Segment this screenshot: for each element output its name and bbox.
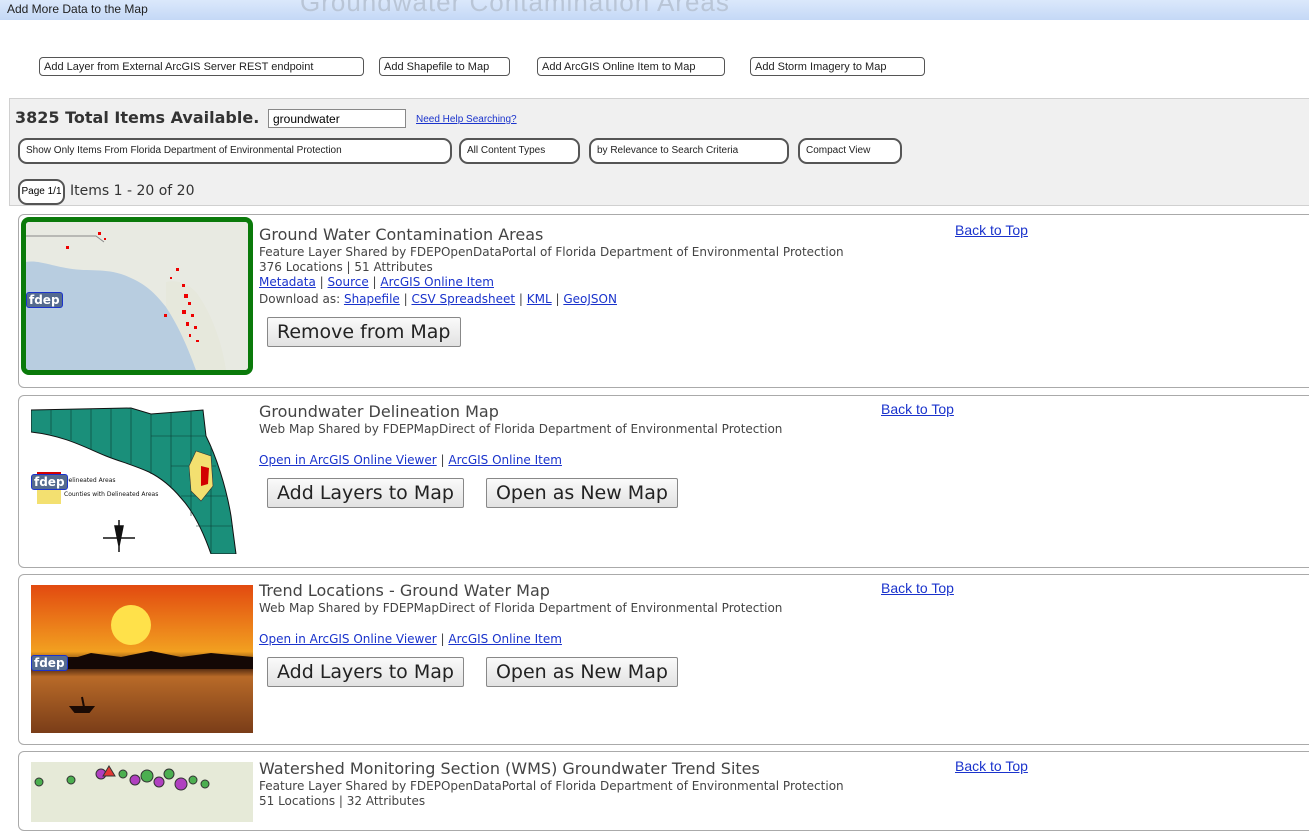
item-links: Open in ArcGIS Online Viewer | ArcGIS On… — [259, 453, 562, 467]
add-storm-imagery-button[interactable]: Add Storm Imagery to Map — [750, 57, 925, 76]
item-thumbnail[interactable]: Delineated Areas Counties with Delineate… — [31, 406, 253, 554]
legend-delineated-areas: Delineated Areas — [64, 477, 116, 484]
sort-order-button[interactable]: by Relevance to Search Criteria — [589, 138, 789, 164]
item-info: Groundwater Delineation Map Web Map Shar… — [259, 402, 782, 508]
result-item: fdep Trend Locations - Ground Water Map … — [18, 574, 1309, 745]
download-kml-link[interactable]: KML — [527, 292, 552, 306]
item-shared-by: Web Map Shared by FDEPMapDirect of Flori… — [259, 601, 783, 615]
content-type-filter-button[interactable]: All Content Types — [459, 138, 580, 164]
download-shapefile-link[interactable]: Shapefile — [344, 292, 400, 306]
background-page-title: Groundwater Contamination Areas — [300, 0, 730, 17]
add-layers-to-map-button[interactable]: Add Layers to Map — [267, 478, 464, 508]
item-shared-by: Feature Layer Shared by FDEPOpenDataPort… — [259, 779, 844, 793]
item-thumbnail[interactable]: fdep — [31, 585, 253, 733]
compact-view-button[interactable]: Compact View — [798, 138, 902, 164]
page-selector[interactable]: Page 1/1 — [18, 179, 65, 205]
total-items-count: 3825 Total Items Available. — [15, 108, 260, 127]
open-in-viewer-link[interactable]: Open in ArcGIS Online Viewer — [259, 632, 437, 646]
window-titlebar: Groundwater Contamination Areas Add More… — [0, 0, 1309, 20]
result-item: Watershed Monitoring Section (WMS) Groun… — [18, 751, 1309, 831]
item-info: Watershed Monitoring Section (WMS) Groun… — [259, 759, 844, 809]
open-as-new-map-button[interactable]: Open as New Map — [485, 478, 678, 508]
item-thumbnail[interactable]: fdep — [21, 217, 253, 375]
add-shapefile-button[interactable]: Add Shapefile to Map — [379, 57, 510, 76]
search-input[interactable] — [268, 109, 406, 128]
open-as-new-map-button[interactable]: Open as New Map — [485, 657, 678, 687]
download-geojson-link[interactable]: GeoJSON — [563, 292, 617, 306]
item-shared-by: Feature Layer Shared by FDEPOpenDataPort… — [259, 245, 844, 259]
search-panel: 3825 Total Items Available. Need Help Se… — [9, 98, 1309, 206]
fdep-badge: fdep — [26, 292, 63, 308]
arcgis-online-item-link[interactable]: ArcGIS Online Item — [448, 632, 562, 646]
arcgis-online-item-link[interactable]: ArcGIS Online Item — [448, 453, 562, 467]
item-shared-by: Web Map Shared by FDEPMapDirect of Flori… — [259, 422, 783, 436]
item-links: Open in ArcGIS Online Viewer | ArcGIS On… — [259, 632, 562, 646]
item-info: Ground Water Contamination Areas Feature… — [259, 225, 844, 347]
window-title: Add More Data to the Map — [7, 2, 148, 16]
item-thumbnail[interactable] — [31, 762, 253, 822]
trend-sites-map-thumbnail — [31, 762, 253, 822]
back-to-top-link[interactable]: Back to Top — [881, 580, 954, 596]
item-title: Watershed Monitoring Section (WMS) Groun… — [259, 759, 760, 778]
add-rest-endpoint-button[interactable]: Add Layer from External ArcGIS Server RE… — [39, 57, 364, 76]
item-stats: 376 Locations | 51 Attributes — [259, 260, 433, 274]
item-links: Metadata | Source | ArcGIS Online Item — [259, 275, 494, 289]
download-label: Download as: — [259, 292, 341, 306]
remove-from-map-button[interactable]: Remove from Map — [267, 317, 461, 347]
add-layers-to-map-button[interactable]: Add Layers to Map — [267, 657, 464, 687]
back-to-top-link[interactable]: Back to Top — [881, 401, 954, 417]
item-title: Ground Water Contamination Areas — [259, 225, 544, 244]
item-title: Trend Locations - Ground Water Map — [259, 581, 550, 600]
item-stats: 51 Locations | 32 Attributes — [259, 794, 426, 808]
metadata-link[interactable]: Metadata — [259, 275, 316, 289]
owner-filter-button[interactable]: Show Only Items From Florida Department … — [18, 138, 452, 164]
item-info: Trend Locations - Ground Water Map Web M… — [259, 581, 782, 687]
add-arcgis-online-item-button[interactable]: Add ArcGIS Online Item to Map — [537, 57, 725, 76]
fdep-badge: fdep — [31, 474, 68, 490]
arcgis-online-item-link[interactable]: ArcGIS Online Item — [380, 275, 494, 289]
back-to-top-link[interactable]: Back to Top — [955, 222, 1028, 238]
result-item: Delineated Areas Counties with Delineate… — [18, 395, 1309, 568]
fdep-badge: fdep — [31, 655, 68, 671]
back-to-top-link[interactable]: Back to Top — [955, 758, 1028, 774]
item-title: Groundwater Delineation Map — [259, 402, 499, 421]
legend-counties: Counties with Delineated Areas — [64, 491, 158, 498]
result-item: fdep Ground Water Contamination Areas Fe… — [18, 214, 1309, 388]
download-csv-link[interactable]: CSV Spreadsheet — [411, 292, 515, 306]
items-range: Items 1 - 20 of 20 — [70, 183, 195, 199]
help-searching-link[interactable]: Need Help Searching? — [416, 114, 517, 125]
source-link[interactable]: Source — [328, 275, 369, 289]
open-in-viewer-link[interactable]: Open in ArcGIS Online Viewer — [259, 453, 437, 467]
download-links: Download as: Shapefile | CSV Spreadsheet… — [259, 292, 617, 306]
